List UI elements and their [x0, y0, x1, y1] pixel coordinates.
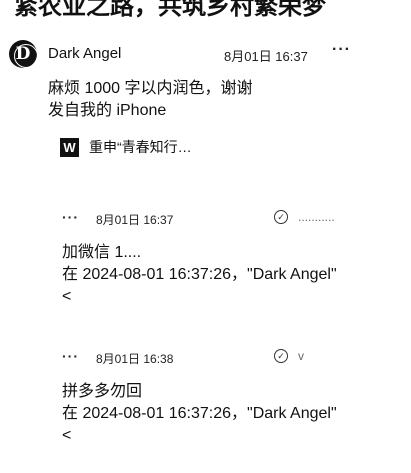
reply-handle: ...........	[298, 210, 335, 224]
username[interactable]: Dark Angel	[48, 45, 121, 62]
reply-body: 加微信 1.... 在 2024-08-01 16:37:26，"Dark An…	[62, 242, 402, 308]
reply-line: <	[62, 288, 72, 305]
more-horizontal-icon[interactable]: ···	[332, 41, 351, 59]
more-horizontal-icon[interactable]: ···	[62, 348, 79, 364]
reply-body: 拼多多勿回 在 2024-08-01 16:37:26，"Dark Angel"…	[62, 381, 402, 447]
check-circle-icon: ✓	[274, 210, 288, 224]
post-header: D Dark Angel 8月01日 16:37 ···	[6, 38, 406, 70]
reply-time: 8月01日 16:38	[96, 352, 174, 366]
attachment-item[interactable]: W 重申“青春知行…	[60, 136, 192, 158]
post-body-line: 麻烦 1000 字以内润色，谢谢	[48, 80, 253, 97]
more-horizontal-icon[interactable]: ···	[62, 209, 79, 225]
reply-line: 拼多多勿回	[62, 383, 143, 400]
reply-handle: v	[298, 349, 304, 363]
reply-time: 8月01日 16:37	[96, 213, 174, 227]
avatar-ring	[14, 44, 38, 68]
attachment-title: 重申“青春知行…	[89, 139, 192, 155]
reply-line: 加微信 1....	[62, 244, 142, 261]
post-body-line: 发自我的 iPhone	[48, 102, 167, 119]
word-document-icon: W	[60, 137, 79, 157]
check-circle-icon: ✓	[274, 349, 288, 363]
reply-header: ··· 8月01日 16:38 ✓ v	[62, 348, 402, 368]
avatar[interactable]: D	[9, 40, 38, 68]
reply-line: <	[62, 427, 72, 444]
reply-line: 在 2024-08-01 16:37:26，"Dark Angel"	[62, 266, 337, 283]
reply-header: ··· 8月01日 16:37 ✓ ...........	[62, 209, 402, 229]
page-heading: 紧农业之路，共筑乡村繁荣梦	[14, 0, 326, 20]
post-time: 8月01日 16:37	[224, 49, 308, 64]
post-body: 麻烦 1000 字以内润色，谢谢 发自我的 iPhone	[48, 78, 348, 122]
reply-line: 在 2024-08-01 16:37:26，"Dark Angel"	[62, 405, 337, 422]
